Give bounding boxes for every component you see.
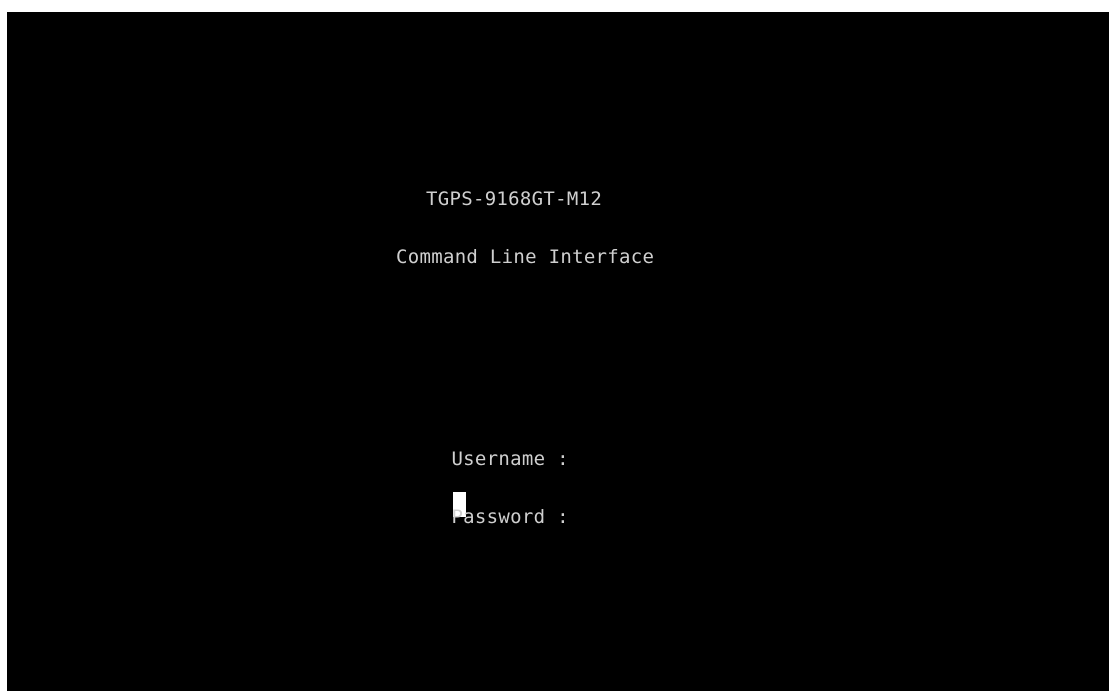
password-label: Password : xyxy=(451,506,569,528)
username-label: Username : xyxy=(451,448,569,470)
device-name: TGPS-9168GT-M12 xyxy=(426,188,603,210)
cli-subtitle: Command Line Interface xyxy=(396,246,655,268)
window-frame: TGPS-9168GT-M12 Command Line Interface U… xyxy=(0,0,1109,691)
password-prompt[interactable]: Password : xyxy=(381,484,569,572)
terminal-screen[interactable]: TGPS-9168GT-M12 Command Line Interface U… xyxy=(7,12,1109,691)
